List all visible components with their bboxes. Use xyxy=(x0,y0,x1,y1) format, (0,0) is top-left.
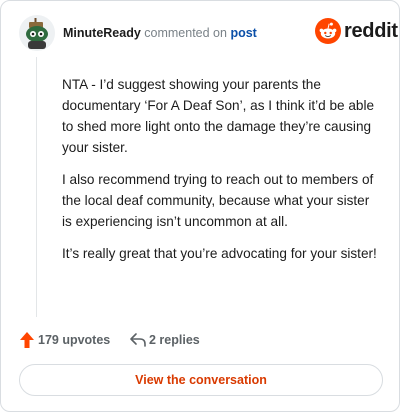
reply-count[interactable]: 2 replies xyxy=(149,333,200,347)
reddit-snoo-icon xyxy=(315,18,341,44)
comment-actions: 179 upvotes 2 replies xyxy=(19,331,379,351)
comment-meta: MinuteReady commented on post xyxy=(63,26,257,40)
comment-paragraph: NTA - I’d suggest showing your parents t… xyxy=(62,77,375,155)
comment-paragraph: It’s really great that you’re advocating… xyxy=(62,246,377,261)
upvote-count: 179 upvotes xyxy=(38,333,111,347)
comment-header: MinuteReady commented on post reddit xyxy=(19,15,398,53)
post-link[interactable]: post xyxy=(230,26,256,40)
reddit-logo[interactable]: reddit xyxy=(315,17,398,47)
avatar-image xyxy=(19,15,55,51)
comment-paragraph: I also recommend trying to reach out to … xyxy=(62,172,374,229)
comment-body: NTA - I’d suggest showing your parents t… xyxy=(62,74,380,275)
comment-card: MinuteReady commented on post reddit NTA… xyxy=(0,0,400,412)
view-conversation-button[interactable]: View the conversation xyxy=(19,364,383,396)
thread-line xyxy=(36,57,37,317)
upvote-arrow-icon[interactable] xyxy=(19,331,35,349)
avatar[interactable] xyxy=(19,15,55,51)
meta-action-text: commented on xyxy=(144,26,227,40)
reddit-wordmark: reddit xyxy=(344,20,398,42)
reply-arrow-icon[interactable] xyxy=(129,332,147,348)
username[interactable]: MinuteReady xyxy=(63,26,141,40)
